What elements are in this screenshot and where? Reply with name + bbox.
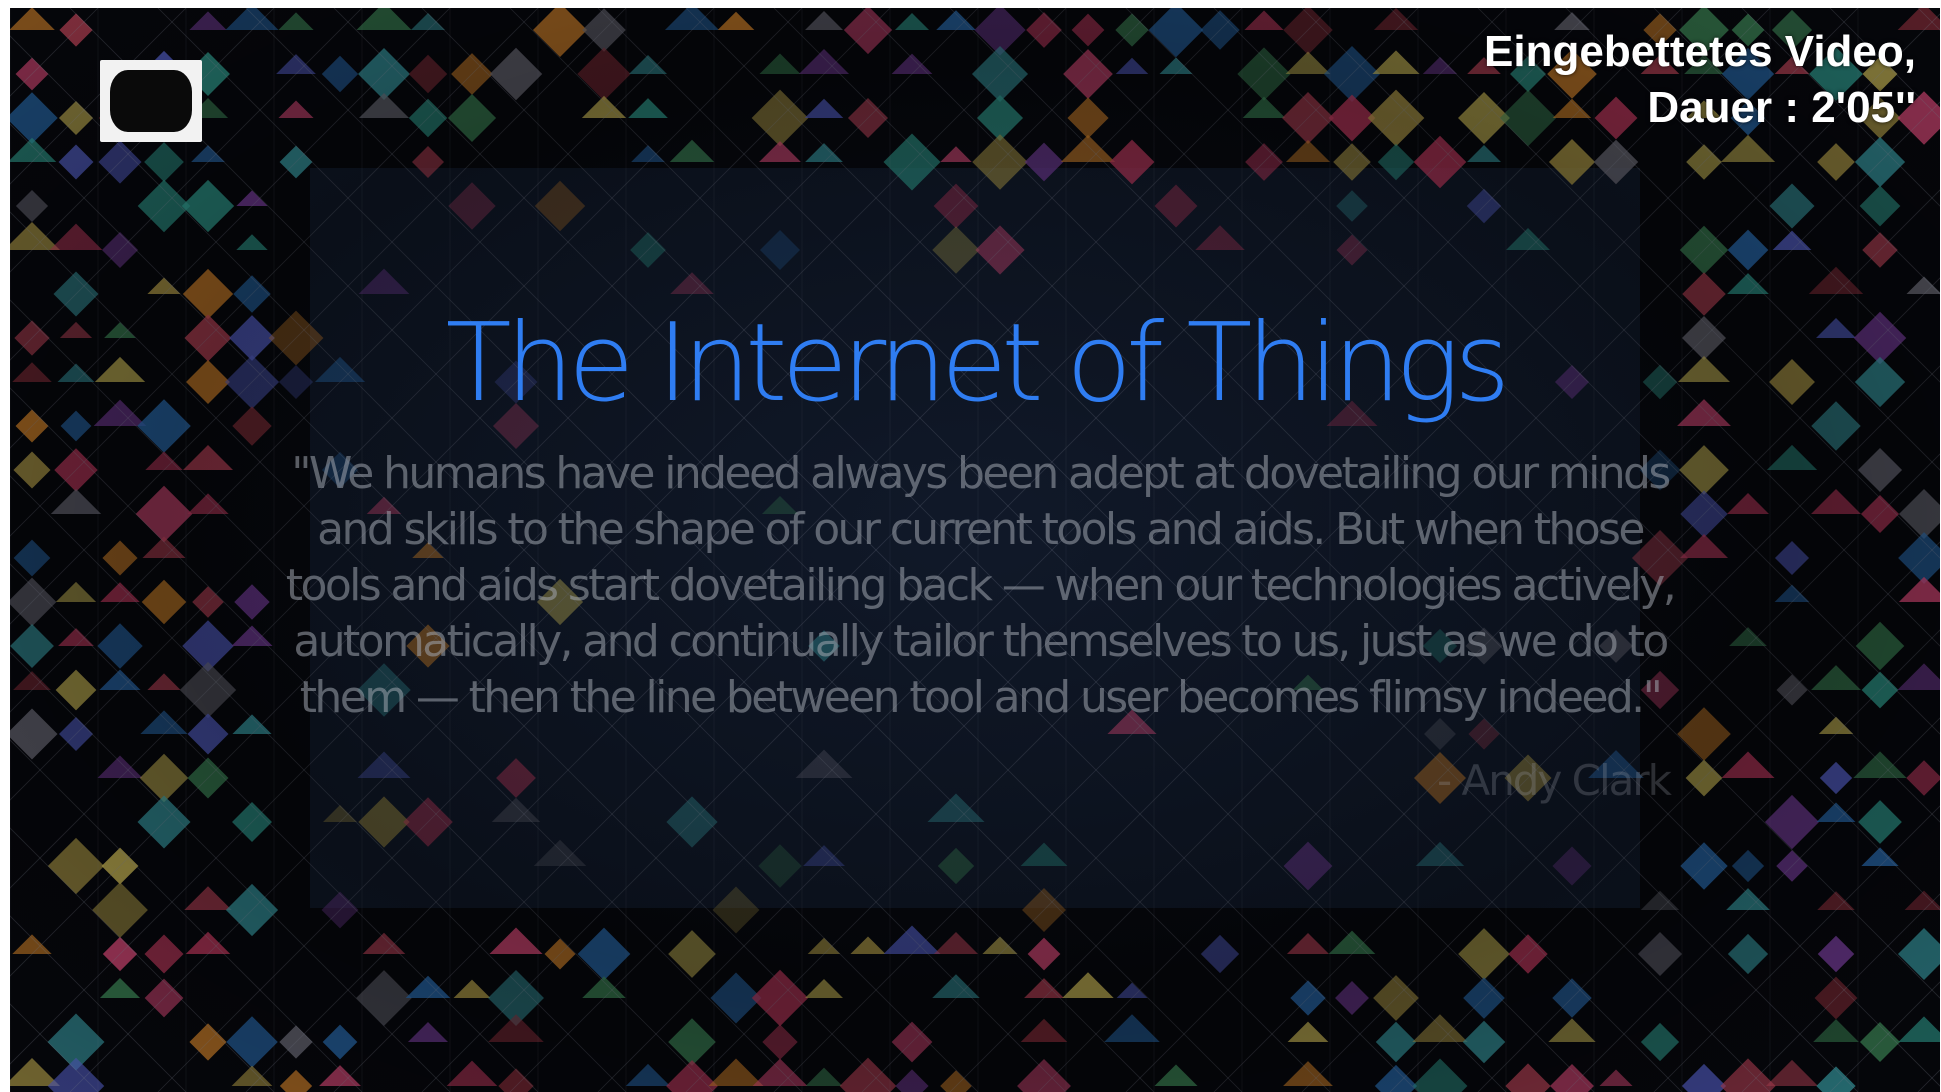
embedded-video-label-line1: Eingebettetes Video, [1484, 27, 1916, 76]
quote-author: - Andy Clark [1436, 756, 1672, 805]
tv-channel-logo-icon [100, 60, 202, 142]
slide-quote: "We humans have indeed always been adept… [285, 448, 1677, 723]
embedded-video-label: Eingebettetes Video, Dauer : 2'05'' [1484, 24, 1916, 136]
slide-title: The Internet of Things [445, 301, 1511, 426]
video-duration: Dauer : 2'05'' [1647, 83, 1916, 132]
embedded-video-player[interactable]: Eingebettetes Video, Dauer : 2'05'' The … [10, 8, 1940, 1092]
